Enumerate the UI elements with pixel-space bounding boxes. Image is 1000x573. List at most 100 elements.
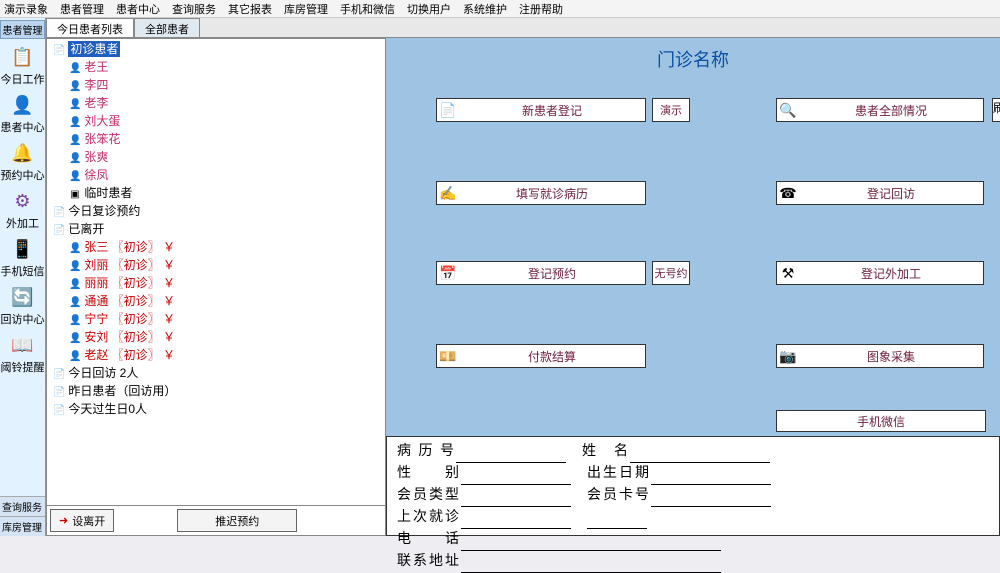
- phone-icon: ☎: [777, 185, 799, 202]
- patient-all-info-button[interactable]: 🔍患者全部情况: [776, 98, 984, 122]
- patient-tree-panel: 📄 初诊患者👤 老王👤 李四👤 老李👤 刘大蛋👤 张笨花👤 张爽👤 徐凤▣ 临时…: [46, 38, 386, 536]
- gear-icon: ⚒: [777, 265, 799, 282]
- tree-icon: 👤: [69, 79, 81, 95]
- tree-node[interactable]: 👤 丽丽 〖初诊〗 ￥: [51, 275, 381, 293]
- tree-node[interactable]: 👤 刘丽 〖初诊〗 ￥: [51, 257, 381, 275]
- sidebar-回访中心[interactable]: 🔄回访中心: [1, 285, 45, 327]
- tree-node[interactable]: 👤 老赵 〖初诊〗 ￥: [51, 347, 381, 365]
- patient-form: 病 历 号 姓 名 性 别 出生日期 会员类型 会员卡号 上次就诊 电 话 联系…: [386, 436, 1000, 536]
- tree-node[interactable]: 👤 徐凤: [51, 167, 381, 185]
- tree-icon: 📄: [53, 385, 65, 401]
- tree-icon: 👤: [69, 277, 81, 293]
- tree-icon: 📄: [53, 205, 65, 221]
- register-followup-button[interactable]: ☎登记回访: [776, 181, 984, 205]
- tree-icon: 👤: [69, 259, 81, 275]
- tree-node[interactable]: 👤 张笨花: [51, 131, 381, 149]
- file-icon: 📄: [437, 102, 459, 119]
- menu-注册帮助[interactable]: 注册帮助: [519, 1, 563, 17]
- sidebar-icon: ⚙: [11, 189, 35, 213]
- menu-患者管理[interactable]: 患者管理: [60, 1, 104, 17]
- tree-icon: 👤: [69, 61, 81, 77]
- sidebar: 患者管理 📋今日工作👤患者中心🔔预约中心⚙外加工📱手机短信🔄回访中心📖阈铃提醒 …: [0, 18, 46, 536]
- register-outprocess-button[interactable]: ⚒登记外加工: [776, 261, 984, 285]
- tree-icon: 📄: [53, 403, 65, 419]
- new-patient-button[interactable]: 📄新患者登记: [436, 98, 646, 122]
- calendar-icon: 📅: [437, 265, 459, 282]
- sidebar-阈铃提醒[interactable]: 📖阈铃提醒: [1, 333, 45, 375]
- tree-node[interactable]: 👤 宁宁 〖初诊〗 ￥: [51, 311, 381, 329]
- sidebar-icon: 👤: [11, 93, 35, 117]
- tree-node[interactable]: 📄 今日回访 2人: [51, 365, 381, 383]
- tab-今日患者列表[interactable]: 今日患者列表: [46, 18, 134, 37]
- menubar: 演示录象患者管理患者中心查询服务其它报表库房管理手机和微信切换用户系统维护注册帮…: [0, 0, 1000, 18]
- clinic-title: 门诊名称: [386, 38, 1000, 88]
- tree-node[interactable]: 📄 今天过生日0人: [51, 401, 381, 419]
- menu-其它报表[interactable]: 其它报表: [228, 1, 272, 17]
- sidebar-icon: 📋: [11, 45, 35, 69]
- demo-button[interactable]: 演示: [652, 98, 690, 122]
- sidebar-患者中心[interactable]: 👤患者中心: [1, 93, 45, 135]
- phone-wechat-button[interactable]: 手机微信: [776, 410, 986, 432]
- tree-icon: ▣: [69, 187, 81, 203]
- patient-tree[interactable]: 📄 初诊患者👤 老王👤 李四👤 老李👤 刘大蛋👤 张笨花👤 张爽👤 徐凤▣ 临时…: [47, 39, 385, 505]
- tabs: 今日患者列表全部患者: [46, 18, 1000, 38]
- camera-icon: 📷: [777, 348, 799, 365]
- tree-node[interactable]: 📄 初诊患者: [51, 41, 381, 59]
- tree-icon: 📄: [53, 43, 65, 59]
- sidebar-今日工作[interactable]: 📋今日工作: [1, 45, 45, 87]
- no-number-button[interactable]: 无号约: [652, 261, 690, 285]
- tree-icon: 👤: [69, 349, 81, 365]
- sidebar-bottom-库房管理[interactable]: 库房管理: [0, 516, 45, 536]
- tree-icon: 📄: [53, 367, 65, 383]
- tree-node[interactable]: 👤 老李: [51, 95, 381, 113]
- refresh-button[interactable]: 刷: [992, 98, 1000, 122]
- tree-node[interactable]: 📄 昨日患者（回访用）: [51, 383, 381, 401]
- menu-库房管理[interactable]: 库房管理: [284, 1, 328, 17]
- action-panel: 门诊名称 📄新患者登记 演示 🔍患者全部情况 刷 ✍填写就诊病历 ☎登记回访 📅…: [386, 38, 1000, 536]
- info-icon: 🔍: [777, 102, 799, 119]
- menu-患者中心[interactable]: 患者中心: [116, 1, 160, 17]
- tree-icon: 👤: [69, 313, 81, 329]
- postpone-button[interactable]: 推迟预约: [177, 509, 297, 532]
- tree-node[interactable]: 📄 已离开: [51, 221, 381, 239]
- tree-node[interactable]: 👤 张三 〖初诊〗 ￥: [51, 239, 381, 257]
- sidebar-icon: 📱: [11, 237, 35, 261]
- menu-查询服务[interactable]: 查询服务: [172, 1, 216, 17]
- tree-node[interactable]: 📄 今日复诊预约: [51, 203, 381, 221]
- sidebar-预约中心[interactable]: 🔔预约中心: [1, 141, 45, 183]
- tree-icon: 👤: [69, 169, 81, 185]
- sidebar-bottom-查询服务[interactable]: 查询服务: [0, 496, 45, 516]
- pen-icon: ✍: [437, 185, 459, 202]
- sidebar-icon: 🔔: [11, 141, 35, 165]
- menu-演示录象[interactable]: 演示录象: [4, 1, 48, 17]
- menu-系统维护[interactable]: 系统维护: [463, 1, 507, 17]
- tab-全部患者[interactable]: 全部患者: [134, 18, 200, 37]
- tree-icon: 📄: [53, 223, 65, 239]
- tree-icon: 👤: [69, 133, 81, 149]
- sidebar-外加工[interactable]: ⚙外加工: [1, 189, 45, 231]
- tree-node[interactable]: 👤 老王: [51, 59, 381, 77]
- tree-node[interactable]: ▣ 临时患者: [51, 185, 381, 203]
- menu-手机和微信[interactable]: 手机和微信: [340, 1, 395, 17]
- sidebar-手机短信[interactable]: 📱手机短信: [1, 237, 45, 279]
- tree-icon: 👤: [69, 115, 81, 131]
- tree-node[interactable]: 👤 张爽: [51, 149, 381, 167]
- tree-icon: 👤: [69, 331, 81, 347]
- sidebar-tab[interactable]: 患者管理: [0, 20, 45, 39]
- tree-node[interactable]: 👤 安刘 〖初诊〗 ￥: [51, 329, 381, 347]
- tree-node[interactable]: 👤 通通 〖初诊〗 ￥: [51, 293, 381, 311]
- tree-icon: 👤: [69, 295, 81, 311]
- register-appointment-button[interactable]: 📅登记预约: [436, 261, 646, 285]
- tree-icon: 👤: [69, 241, 81, 257]
- tree-icon: 👤: [69, 97, 81, 113]
- sidebar-icon: 📖: [11, 333, 35, 357]
- write-record-button[interactable]: ✍填写就诊病历: [436, 181, 646, 205]
- image-capture-button[interactable]: 📷图象采集: [776, 344, 984, 368]
- money-icon: 💴: [437, 348, 459, 365]
- set-leave-button[interactable]: ➜设离开: [50, 509, 114, 532]
- tree-node[interactable]: 👤 李四: [51, 77, 381, 95]
- tree-node[interactable]: 👤 刘大蛋: [51, 113, 381, 131]
- payment-button[interactable]: 💴付款结算: [436, 344, 646, 368]
- sidebar-icon: 🔄: [11, 285, 35, 309]
- menu-切换用户[interactable]: 切换用户: [407, 1, 451, 17]
